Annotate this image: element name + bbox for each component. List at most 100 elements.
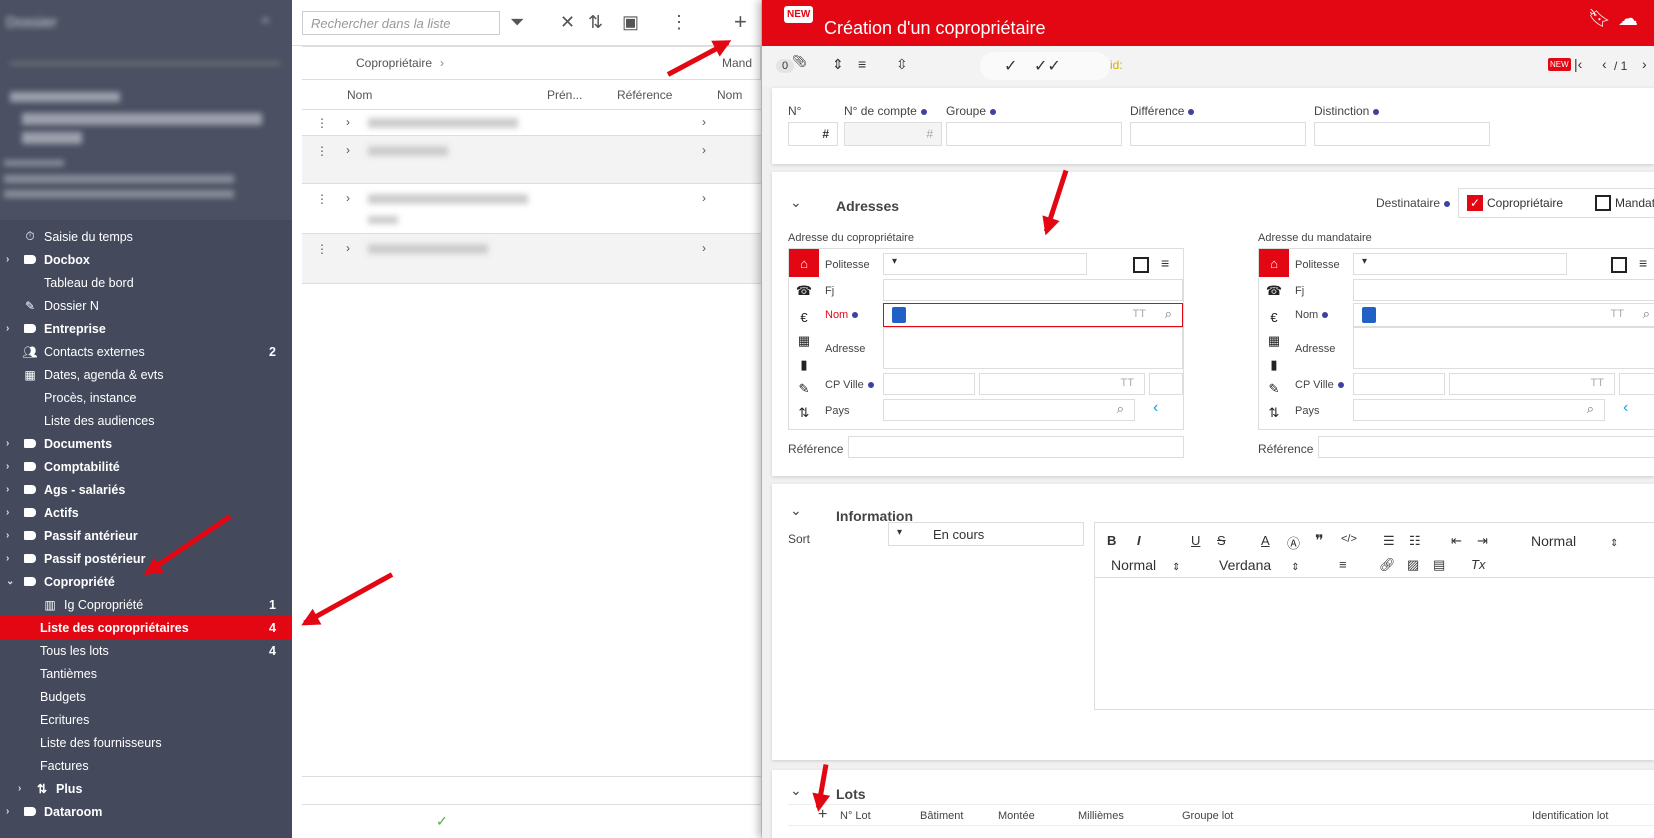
chevron-right-icon[interactable]: › bbox=[6, 323, 20, 334]
chevron-right-icon[interactable]: › bbox=[18, 783, 32, 794]
compte-field[interactable]: # bbox=[844, 122, 942, 146]
chevron-right-icon[interactable]: › bbox=[6, 461, 20, 472]
link-button[interactable]: 🔗︎ bbox=[1379, 557, 1396, 573]
sort-icon[interactable]: ⇅ bbox=[588, 12, 603, 33]
collapse-all-icon[interactable]: ⇕ bbox=[832, 56, 844, 73]
chevron-right-icon[interactable]: › bbox=[6, 438, 20, 449]
col-montee[interactable]: Montée bbox=[998, 810, 1035, 822]
contact-card-icon[interactable] bbox=[892, 307, 906, 323]
euro-icon[interactable]: € bbox=[791, 305, 817, 329]
row-menu-icon[interactable]: ⋮ bbox=[316, 116, 328, 130]
add-icon[interactable]: + bbox=[734, 9, 747, 35]
politesse-select[interactable]: ▾ bbox=[1353, 253, 1567, 275]
fj-field[interactable] bbox=[883, 279, 1183, 301]
col-prenom[interactable]: Prén... bbox=[547, 88, 582, 102]
chevron-down-icon[interactable]: ⌄ bbox=[790, 502, 802, 519]
sidebar-item[interactable]: ✎ Dossier N bbox=[0, 294, 292, 317]
col-nlot[interactable]: N° Lot bbox=[840, 810, 871, 822]
underline-button[interactable]: U bbox=[1191, 533, 1200, 548]
sidebar-item[interactable]: Factures bbox=[0, 754, 292, 777]
checkbox-unchecked[interactable] bbox=[1133, 257, 1149, 273]
text-format-icon[interactable]: TT bbox=[1133, 308, 1146, 320]
sidebar-item[interactable]: Liste des copropriétaires 4 bbox=[0, 616, 292, 639]
search-icon[interactable]: ⌕ bbox=[1165, 306, 1172, 322]
adresse-field[interactable] bbox=[883, 327, 1183, 369]
sidebar-item[interactable]: › Ags - salariés bbox=[0, 478, 292, 501]
nom-field[interactable]: TT ⌕ bbox=[883, 303, 1183, 327]
strike-button[interactable]: S bbox=[1217, 533, 1226, 548]
sidebar-item[interactable]: Tous les lots 4 bbox=[0, 639, 292, 662]
code-button[interactable]: </> bbox=[1341, 533, 1357, 545]
home-icon[interactable]: ⌂ bbox=[1259, 249, 1289, 277]
select-all-icon[interactable]: ▣ bbox=[622, 12, 639, 33]
bg-color-button[interactable]: Ⓐ bbox=[1287, 533, 1300, 552]
quote-button[interactable]: ❞ bbox=[1315, 531, 1324, 551]
cp-field[interactable] bbox=[1353, 373, 1445, 395]
text-color-button[interactable]: A bbox=[1261, 533, 1270, 548]
sidebar-item[interactable]: › Dataroom bbox=[0, 800, 292, 823]
sort-icon[interactable]: ⇅ bbox=[791, 401, 817, 425]
reference-field[interactable] bbox=[1318, 436, 1654, 458]
clear-format-button[interactable]: Tx bbox=[1471, 557, 1485, 572]
sidebar-item[interactable]: ▦ Dates, agenda & evts bbox=[0, 363, 292, 386]
paperclip-icon[interactable]: 📎︎ bbox=[792, 54, 807, 68]
checkbox-checked[interactable]: ✓ bbox=[1467, 195, 1483, 211]
chevron-right-icon[interactable]: › bbox=[6, 254, 20, 265]
difference-field[interactable] bbox=[1130, 122, 1306, 146]
reference-field[interactable] bbox=[848, 436, 1184, 458]
chevron-left-icon[interactable]: ‹ bbox=[1623, 399, 1628, 417]
euro-icon[interactable]: € bbox=[1261, 305, 1287, 329]
font-select[interactable]: Verdana ⇕ bbox=[1219, 557, 1299, 573]
col-nom[interactable]: Nom bbox=[347, 88, 372, 102]
n-field[interactable]: # bbox=[788, 122, 838, 146]
next-page-icon[interactable]: › bbox=[1642, 56, 1647, 72]
document-icon[interactable]: ▮ bbox=[791, 353, 817, 377]
fj-field[interactable] bbox=[1353, 279, 1654, 301]
double-check-icon[interactable]: ✓✓ bbox=[1034, 56, 1061, 76]
ordered-list-button[interactable]: ☰ bbox=[1383, 533, 1395, 549]
bold-button[interactable]: B bbox=[1107, 533, 1116, 548]
chevron-down-icon[interactable]: ⌄ bbox=[6, 576, 20, 587]
table-row[interactable]: ⋮ › › bbox=[302, 110, 761, 136]
pays-field[interactable]: ⌕ bbox=[883, 399, 1135, 421]
cedex-field[interactable] bbox=[1619, 373, 1654, 395]
italic-button[interactable]: I bbox=[1137, 533, 1141, 548]
align-button[interactable]: ≡ bbox=[1339, 557, 1347, 572]
building-icon[interactable]: ▦ bbox=[1261, 329, 1287, 353]
sidebar-item[interactable]: ▥ Ig Copropriété 1 bbox=[0, 593, 292, 616]
bullet-list-button[interactable]: ☷ bbox=[1409, 533, 1421, 549]
table-row[interactable]: ⋮ › › bbox=[302, 136, 761, 184]
pays-field[interactable]: ⌕ bbox=[1353, 399, 1605, 421]
outdent-button[interactable]: ⇤ bbox=[1451, 533, 1462, 549]
prev-page-icon[interactable]: ‹ bbox=[1602, 56, 1607, 72]
chevron-right-icon[interactable]: › bbox=[6, 484, 20, 495]
filter-icon[interactable]: ⏷ bbox=[510, 12, 524, 33]
home-icon[interactable]: ⌂ bbox=[789, 249, 819, 277]
sidebar-item[interactable]: 👥︎ Contacts externes 2 bbox=[0, 340, 292, 363]
sidebar-item[interactable]: › Actifs bbox=[0, 501, 292, 524]
sidebar-item[interactable]: Tantièmes bbox=[0, 662, 292, 685]
document-icon[interactable]: ▮ bbox=[1261, 353, 1287, 377]
sidebar-item[interactable]: › Entreprise bbox=[0, 317, 292, 340]
search-input[interactable]: Rechercher dans la liste bbox=[302, 10, 500, 35]
search-icon[interactable]: ⌕ bbox=[1643, 306, 1650, 322]
phone-icon[interactable]: ☎ bbox=[1261, 279, 1287, 303]
format-select[interactable]: Normal ⇕ bbox=[1531, 533, 1618, 549]
size-select[interactable]: Normal ⇕ bbox=[1111, 557, 1180, 573]
indent-icon[interactable]: ≡ bbox=[858, 56, 866, 72]
sort-icon[interactable]: ⇅ bbox=[1261, 401, 1287, 425]
sidebar-item[interactable]: › Passif antérieur bbox=[0, 524, 292, 547]
adresse-field[interactable] bbox=[1353, 327, 1654, 369]
close-icon[interactable]: ✕ bbox=[560, 12, 575, 33]
sidebar-item[interactable]: ⏱︎ Saisie du temps bbox=[0, 225, 292, 248]
collapse-icon[interactable]: « bbox=[262, 12, 269, 27]
sidebar-item[interactable]: › Comptabilité bbox=[0, 455, 292, 478]
sidebar-item[interactable]: Budgets bbox=[0, 685, 292, 708]
col-nom-2[interactable]: Nom bbox=[717, 88, 742, 102]
col-milliemes[interactable]: Millièmes bbox=[1078, 810, 1124, 822]
bookmark-icon[interactable]: 🔖︎ bbox=[1588, 8, 1611, 29]
sidebar-item[interactable]: Liste des fournisseurs bbox=[0, 731, 292, 754]
nom-field[interactable]: TT ⌕ bbox=[1353, 303, 1654, 327]
sidebar-item[interactable]: Ecritures bbox=[0, 708, 292, 731]
image-button[interactable]: ▨ bbox=[1407, 557, 1419, 573]
